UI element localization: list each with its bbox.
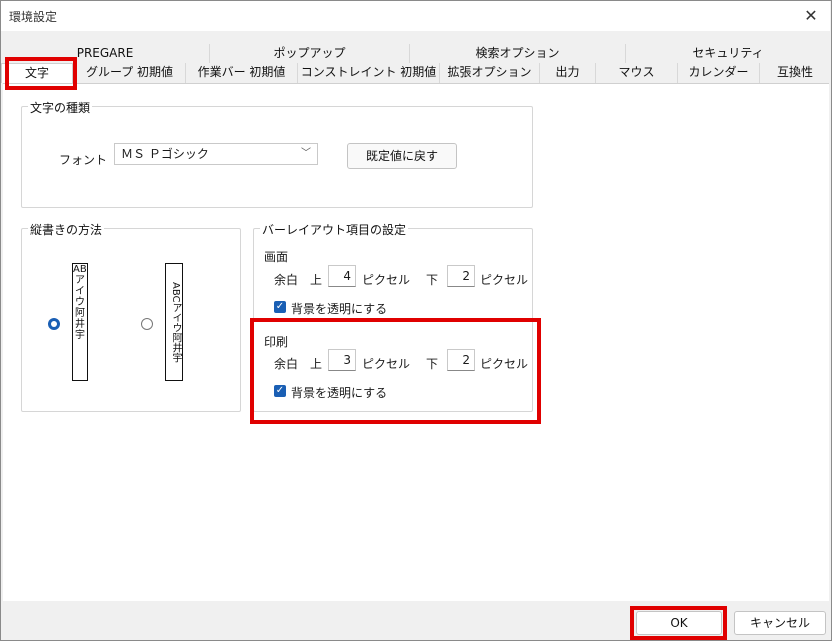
font-type-legend: 文字の種類 [28, 99, 93, 116]
tab-calendar[interactable]: カレンダー [677, 63, 759, 83]
vertical-sample-rotated: ABCアイウ阿井宇 [165, 263, 183, 381]
tab-output[interactable]: 出力 [539, 63, 595, 83]
cancel-button[interactable]: キャンセル [734, 611, 826, 635]
vertical-method-radio-2[interactable] [141, 318, 153, 330]
print-unit-1: ピクセル [362, 357, 411, 371]
chevron-down-icon: ﹀ [301, 148, 311, 159]
tab-group-defaults[interactable]: グループ 初期値 [73, 63, 185, 83]
print-bottom-label: 下 [426, 357, 439, 371]
window-title: 環境設定 [9, 10, 58, 24]
font-select[interactable]: ＭＳ Ｐゴシック ﹀ [114, 143, 318, 165]
print-transparent-checkbox[interactable]: ✓ [274, 385, 286, 397]
tab-popup[interactable]: ポップアップ [209, 44, 409, 63]
close-icon[interactable]: ✕ [800, 5, 822, 27]
vertical-writing-legend: 縦書きの方法 [28, 221, 105, 238]
tab-mouse[interactable]: マウス [595, 63, 677, 83]
vertical-sample-upright: ABCアイウ阿井宇 [72, 263, 88, 381]
print-top-margin-input[interactable]: 3 [328, 349, 356, 371]
font-type-group: 文字の種類 フォント ＭＳ Ｐゴシック ﹀ 既定値に戻す [21, 99, 533, 208]
tab-security[interactable]: セキュリティ [625, 44, 830, 63]
screen-transparent-label: 背景を透明にする [291, 302, 388, 316]
screen-heading: 画面 [264, 250, 289, 264]
screen-bottom-margin-input[interactable]: 2 [447, 265, 475, 287]
print-top-label: 上 [310, 357, 323, 371]
screen-margin-label: 余白 [274, 273, 299, 287]
vertical-method-radio-1[interactable] [48, 318, 60, 330]
print-margin-label: 余白 [274, 357, 299, 371]
print-transparent-label: 背景を透明にする [291, 386, 388, 400]
ok-button[interactable]: OK [636, 611, 722, 635]
tab-search-options[interactable]: 検索オプション [409, 44, 625, 63]
screen-transparent-checkbox[interactable]: ✓ [274, 301, 286, 313]
screen-top-label: 上 [310, 273, 323, 287]
print-heading: 印刷 [264, 335, 289, 349]
vertical-writing-group: 縦書きの方法 ABCアイウ阿井宇 ABCアイウ阿井宇 [21, 221, 241, 412]
print-unit-2: ピクセル [480, 357, 529, 371]
bar-layout-legend: バーレイアウト項目の設定 [260, 221, 409, 238]
tab-extended-options[interactable]: 拡張オプション [439, 63, 539, 83]
screen-bottom-label: 下 [426, 273, 439, 287]
title-bar: 環境設定 ✕ [1, 1, 830, 31]
print-bottom-margin-input[interactable]: 2 [447, 349, 475, 371]
screen-unit-1: ピクセル [362, 273, 411, 287]
reset-default-button[interactable]: 既定値に戻す [347, 143, 457, 169]
font-select-value: ＭＳ Ｐゴシック [121, 147, 209, 161]
tab-row-bottom: 文字 グループ 初期値 作業バー 初期値 コンストレイント 初期値 拡張オプショ… [1, 63, 830, 83]
tab-pregare[interactable]: PREGARE [1, 44, 209, 63]
screen-top-margin-input[interactable]: 4 [328, 265, 356, 287]
tab-row-top: PREGARE ポップアップ 検索オプション セキュリティ [1, 44, 830, 63]
screen-unit-2: ピクセル [480, 273, 529, 287]
tab-workbar-defaults[interactable]: 作業バー 初期値 [185, 63, 297, 83]
tab-text[interactable]: 文字 [1, 63, 73, 83]
bar-layout-group: バーレイアウト項目の設定 画面 余白 上 4 ピクセル 下 2 ピクセル ✓ 背… [253, 221, 533, 412]
tab-constraint-defaults[interactable]: コンストレイント 初期値 [297, 63, 439, 83]
font-label: フォント [59, 153, 108, 167]
tab-compatibility[interactable]: 互換性 [759, 63, 830, 83]
